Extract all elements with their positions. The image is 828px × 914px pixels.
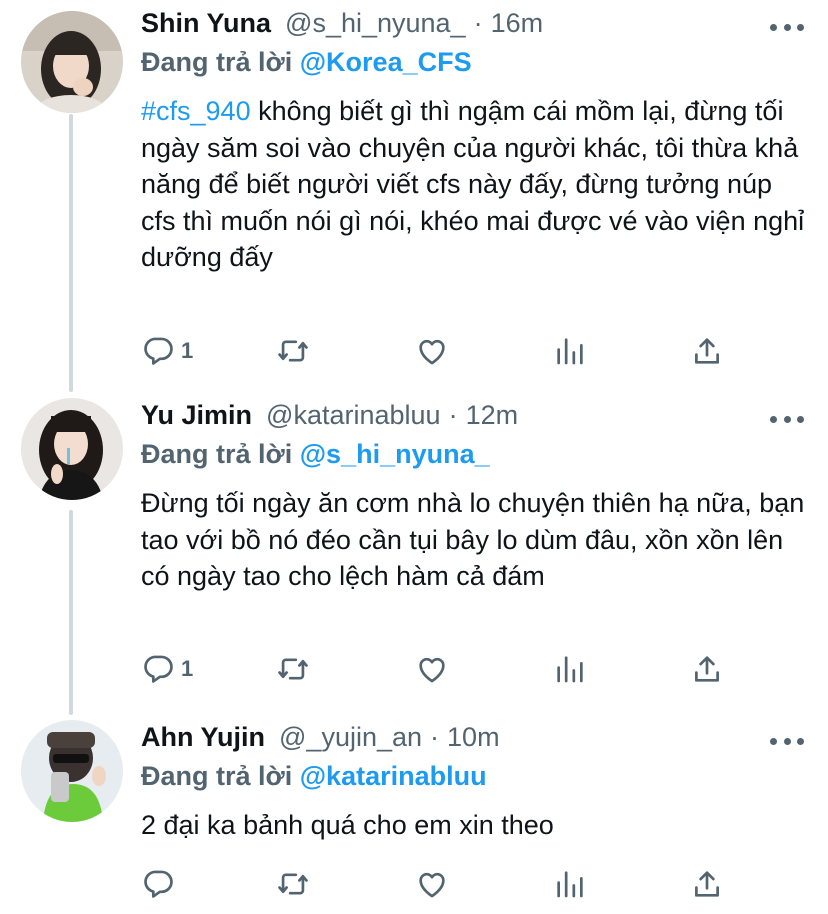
replying-to-label: Đang trả lời [141, 439, 293, 469]
reply-button[interactable]: 1 [141, 331, 193, 371]
share-icon [690, 334, 724, 368]
tweet-header: Yu Jimin @katarinabluu · 12m [141, 400, 778, 440]
share-icon [690, 867, 724, 901]
tweet-text-body: Đừng tối ngày ăn cơm nhà lo chuyện thiên… [141, 488, 805, 591]
display-name[interactable]: Yu Jimin [141, 400, 252, 431]
reply-icon [141, 334, 175, 368]
avatar[interactable] [21, 720, 123, 822]
retweet-icon [276, 652, 310, 686]
analytics-icon [553, 867, 587, 901]
user-handle[interactable]: @s_hi_nyuna_ [285, 8, 466, 39]
retweet-button[interactable] [276, 649, 316, 689]
analytics-button[interactable] [553, 864, 587, 904]
retweet-button[interactable] [276, 864, 316, 904]
share-button[interactable] [690, 864, 724, 904]
user-handle[interactable]: @katarinabluu [266, 400, 441, 431]
tweet-text: 2 đại ka bảnh quá cho em xin theo [141, 807, 809, 844]
replying-to-label: Đang trả lời [141, 761, 293, 791]
more-icon[interactable] [770, 17, 804, 37]
tweet[interactable]: Shin Yuna @s_hi_nyuna_ · 16m Đang trả lờ… [0, 0, 828, 395]
avatar[interactable] [21, 398, 123, 500]
timestamp[interactable]: 10m [447, 722, 500, 753]
reply-count: 1 [181, 338, 194, 363]
analytics-button[interactable] [553, 649, 587, 689]
like-icon [415, 867, 449, 901]
analytics-button[interactable] [553, 331, 587, 371]
tweet[interactable]: Ahn Yujin @_yujin_an · 10m Đang trả lời … [0, 713, 828, 914]
mention-link[interactable]: @s_hi_nyuna_ [300, 439, 490, 469]
tweet-header: Shin Yuna @s_hi_nyuna_ · 16m [141, 8, 778, 48]
separator: · [448, 400, 458, 430]
action-bar: 1 [141, 331, 741, 371]
retweet-icon [276, 867, 310, 901]
replying-to: Đang trả lời @Korea_CFS [141, 47, 472, 78]
mention-link[interactable]: @Korea_CFS [300, 47, 472, 77]
separator: · [430, 722, 440, 752]
replying-to: Đang trả lời @katarinabluu [141, 761, 487, 792]
tweet-text: #cfs_940 không biết gì thì ngậm cái mồm … [141, 93, 809, 276]
reply-button[interactable] [141, 864, 181, 904]
like-button[interactable] [415, 649, 455, 689]
tweet-header: Ahn Yujin @_yujin_an · 10m [141, 722, 778, 762]
retweet-button[interactable] [276, 331, 316, 371]
action-bar [141, 864, 741, 904]
share-icon [690, 652, 724, 686]
tweet-text-body: 2 đại ka bảnh quá cho em xin theo [141, 810, 554, 840]
timestamp[interactable]: 16m [491, 8, 544, 39]
analytics-icon [553, 652, 587, 686]
like-icon [415, 652, 449, 686]
reply-count: 1 [181, 656, 194, 681]
reply-icon [141, 652, 175, 686]
share-button[interactable] [690, 649, 724, 689]
retweet-icon [276, 334, 310, 368]
action-bar: 1 [141, 649, 741, 689]
analytics-icon [553, 334, 587, 368]
hashtag-link[interactable]: #cfs_940 [141, 96, 251, 126]
replying-to-label: Đang trả lời [141, 47, 293, 77]
like-button[interactable] [415, 331, 455, 371]
timestamp[interactable]: 12m [466, 400, 519, 431]
more-icon[interactable] [770, 409, 804, 429]
reply-button[interactable]: 1 [141, 649, 193, 689]
display-name[interactable]: Ahn Yujin [141, 722, 265, 753]
tweet-text: Đừng tối ngày ăn cơm nhà lo chuyện thiên… [141, 485, 809, 595]
replying-to: Đang trả lời @s_hi_nyuna_ [141, 439, 490, 470]
avatar[interactable] [21, 11, 123, 113]
reply-icon [141, 867, 175, 901]
mention-link[interactable]: @katarinabluu [300, 761, 487, 791]
user-handle[interactable]: @_yujin_an [279, 722, 422, 753]
more-icon[interactable] [770, 731, 804, 751]
separator: · [473, 8, 483, 38]
like-button[interactable] [415, 864, 455, 904]
share-button[interactable] [690, 331, 724, 371]
display-name[interactable]: Shin Yuna [141, 8, 271, 39]
tweet[interactable]: Yu Jimin @katarinabluu · 12m Đang trả lờ… [0, 395, 828, 713]
like-icon [415, 334, 449, 368]
